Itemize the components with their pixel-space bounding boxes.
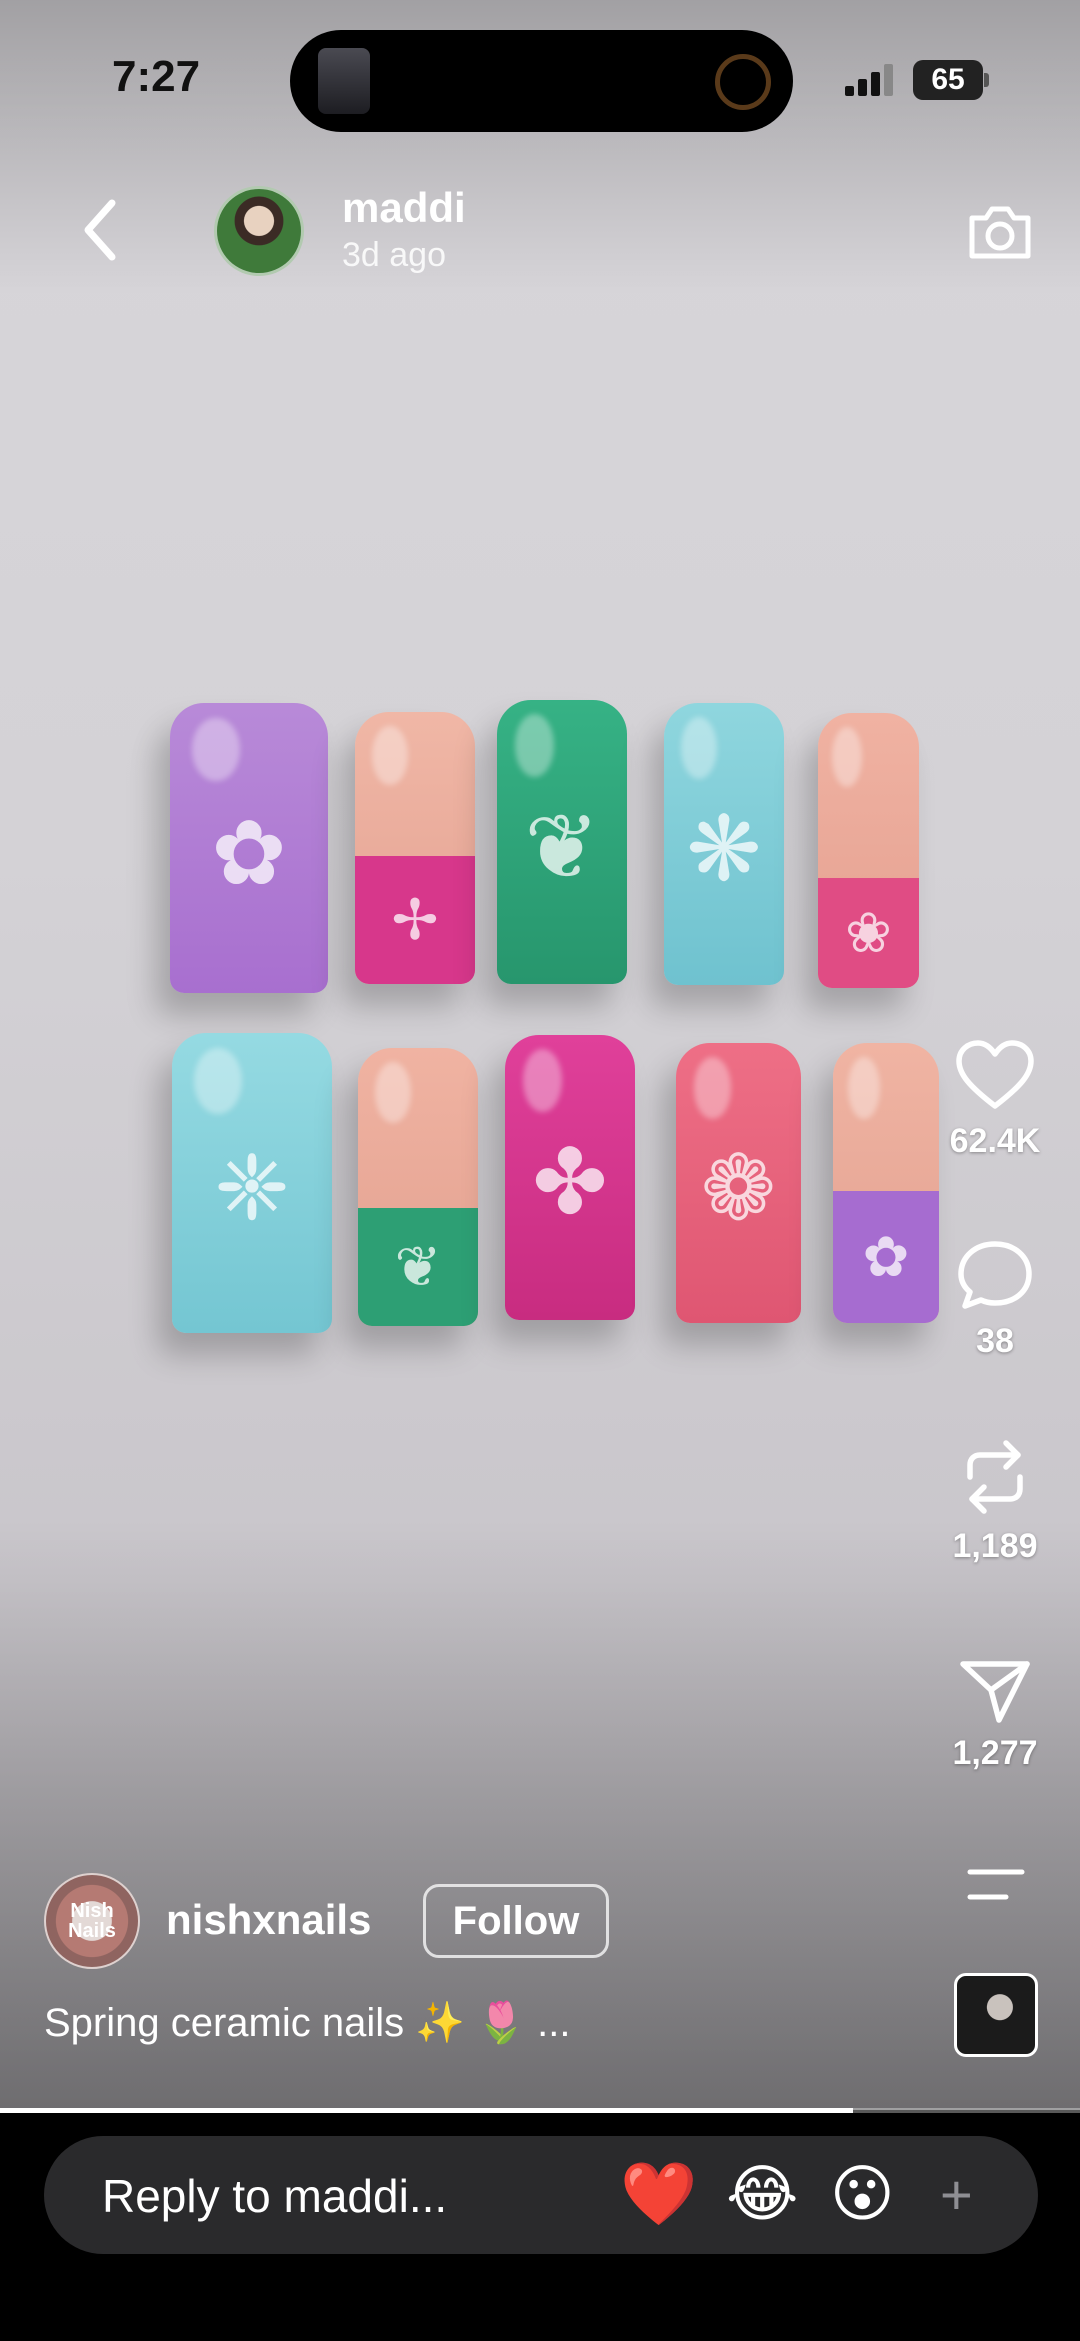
- dynamic-island[interactable]: [290, 30, 793, 132]
- audio-thumbnail[interactable]: [954, 1973, 1038, 2057]
- nail-nude-pink-tip: ✢: [355, 712, 475, 984]
- back-icon[interactable]: [70, 195, 130, 265]
- nail-coral-swirl: ❁: [676, 1043, 801, 1323]
- nail-green-swirl: ❦: [497, 700, 627, 984]
- camera-icon[interactable]: [966, 198, 1034, 264]
- like-action[interactable]: 62.4K: [940, 1040, 1050, 1161]
- menu-icon[interactable]: [966, 1868, 1026, 1902]
- share-count: 1,277: [952, 1734, 1038, 1772]
- repost-count: 1,189: [952, 1527, 1038, 1565]
- nail-purple-flower: ✿: [170, 703, 328, 993]
- react-laugh-button[interactable]: 😂: [726, 2160, 798, 2230]
- now-playing-thumbnail: [318, 48, 370, 114]
- follow-button[interactable]: Follow: [423, 1884, 609, 1958]
- more-reactions-button[interactable]: +: [940, 2160, 973, 2230]
- activity-ring-icon: [715, 54, 771, 110]
- share-icon[interactable]: [959, 1658, 1031, 1724]
- nail-nude-green-tip: ❦: [358, 1048, 478, 1326]
- signal-icon: [845, 62, 897, 96]
- repost-action[interactable]: 1,189: [940, 1437, 1050, 1566]
- nail-pink-cross: ✤: [505, 1035, 635, 1320]
- share-action[interactable]: 1,277: [940, 1658, 1050, 1773]
- battery-tip: [984, 73, 989, 87]
- reply-placeholder[interactable]: Reply to maddi...: [102, 2169, 447, 2223]
- comment-icon[interactable]: [957, 1240, 1033, 1312]
- nail-nude-purple-tip: ✿: [833, 1043, 939, 1323]
- author-name[interactable]: nishxnails: [166, 1896, 371, 1944]
- story-username[interactable]: maddi: [342, 184, 466, 232]
- battery-indicator: 65: [913, 60, 983, 100]
- react-wow-button[interactable]: 😮: [830, 2160, 895, 2230]
- story-timestamp: 3d ago: [342, 236, 446, 274]
- status-time: 7:27: [112, 52, 201, 101]
- like-count: 62.4K: [949, 1122, 1041, 1160]
- comment-action[interactable]: 38: [940, 1240, 1050, 1361]
- story-image[interactable]: ✿ ✢ ❦ ❋ ❀ ❈ ❦ ✤ ❁ ✿: [0, 0, 1080, 2110]
- comment-count: 38: [976, 1322, 1014, 1360]
- story-avatar[interactable]: [214, 186, 304, 276]
- post-caption[interactable]: Spring ceramic nails ✨ 🌷 ...: [44, 1999, 570, 2046]
- nail-nude-pink-tip-2: ❀: [818, 713, 919, 988]
- heart-icon[interactable]: [955, 1040, 1035, 1112]
- author-avatar[interactable]: Nish Nails: [44, 1873, 140, 1969]
- nail-teal-flower: ❋: [664, 703, 784, 985]
- repost-icon[interactable]: [960, 1437, 1030, 1517]
- react-heart-button[interactable]: ❤️: [620, 2160, 697, 2230]
- nail-teal-large: ❈: [172, 1033, 332, 1333]
